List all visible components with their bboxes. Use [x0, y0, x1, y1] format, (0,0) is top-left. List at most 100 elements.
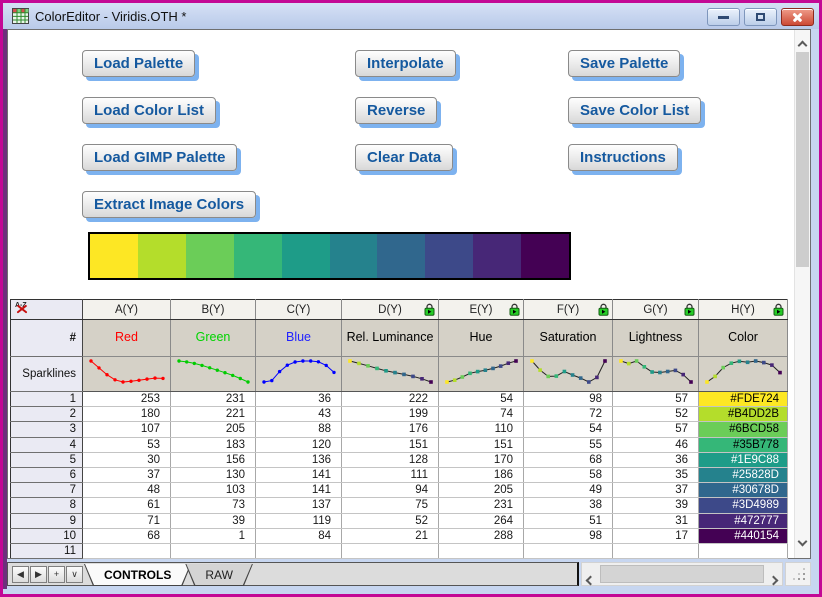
scroll-right-icon[interactable]: [770, 571, 777, 589]
long-name-blue[interactable]: Blue: [256, 320, 342, 357]
load-color-list-button[interactable]: Load Color List: [82, 97, 216, 124]
long-name-lightness[interactable]: Lightness: [613, 320, 699, 357]
cell-green-row2[interactable]: 221: [171, 407, 256, 422]
cell-lightness-row3[interactable]: 57: [613, 422, 699, 437]
cell-lightness-row5[interactable]: 36: [613, 452, 699, 467]
cell-hue-row8[interactable]: 231: [439, 498, 524, 513]
cell-blue-row2[interactable]: 43: [256, 407, 342, 422]
tab-controls[interactable]: CONTROLS: [84, 564, 191, 586]
cell-hue-row7[interactable]: 205: [439, 483, 524, 498]
cell-blue-row6[interactable]: 141: [256, 467, 342, 482]
column-header-a-y[interactable]: A(Y): [83, 300, 171, 320]
reverse-button[interactable]: Reverse: [355, 97, 437, 124]
row-header-10[interactable]: 10: [11, 528, 83, 543]
load-gimp-palette-button[interactable]: Load GIMP Palette: [82, 144, 237, 171]
row-header-5[interactable]: 5: [11, 452, 83, 467]
cell-hue-row5[interactable]: 170: [439, 452, 524, 467]
cell-color-row2[interactable]: #B4DD2B: [699, 407, 788, 422]
cell-saturation-row2[interactable]: 72: [524, 407, 613, 422]
cell-saturation-row11[interactable]: [524, 543, 613, 558]
cell-red-row5[interactable]: 30: [83, 452, 171, 467]
cell-hue-row2[interactable]: 74: [439, 407, 524, 422]
cell-rel_luminance-row6[interactable]: 111: [342, 467, 439, 482]
cell-rel_luminance-row11[interactable]: [342, 543, 439, 558]
horizontal-scrollbar[interactable]: [581, 562, 783, 586]
cell-blue-row10[interactable]: 84: [256, 528, 342, 543]
row-header-3[interactable]: 3: [11, 422, 83, 437]
column-header-h-y[interactable]: H(Y): [699, 300, 788, 320]
cell-lightness-row9[interactable]: 31: [613, 513, 699, 528]
scroll-down-icon[interactable]: [799, 532, 806, 550]
cell-hue-row1[interactable]: 54: [439, 392, 524, 407]
scroll-left-icon[interactable]: [587, 571, 594, 589]
cell-hue-row10[interactable]: 288: [439, 528, 524, 543]
row-header-8[interactable]: 8: [11, 498, 83, 513]
cell-hue-row4[interactable]: 151: [439, 437, 524, 452]
cell-color-row1[interactable]: #FDE724: [699, 392, 788, 407]
row-header-7[interactable]: 7: [11, 483, 83, 498]
cell-green-row6[interactable]: 130: [171, 467, 256, 482]
cell-rel_luminance-row4[interactable]: 151: [342, 437, 439, 452]
cell-hue-row9[interactable]: 264: [439, 513, 524, 528]
cell-red-row10[interactable]: 68: [83, 528, 171, 543]
save-palette-button[interactable]: Save Palette: [568, 50, 680, 77]
long-name-color[interactable]: Color: [699, 320, 788, 357]
column-header-c-y[interactable]: C(Y): [256, 300, 342, 320]
cell-red-row9[interactable]: 71: [83, 513, 171, 528]
cell-green-row7[interactable]: 103: [171, 483, 256, 498]
cell-green-row8[interactable]: 73: [171, 498, 256, 513]
long-name-hue[interactable]: Hue: [439, 320, 524, 357]
cell-color-row7[interactable]: #30678D: [699, 483, 788, 498]
cell-lightness-row10[interactable]: 17: [613, 528, 699, 543]
column-header-b-y[interactable]: B(Y): [171, 300, 256, 320]
instructions-button[interactable]: Instructions: [568, 144, 678, 171]
tab-nav-next-button[interactable]: ▶: [30, 566, 47, 583]
column-header-g-y[interactable]: G(Y): [613, 300, 699, 320]
cell-lightness-row7[interactable]: 37: [613, 483, 699, 498]
cell-color-row5[interactable]: #1E9C88: [699, 452, 788, 467]
cell-blue-row11[interactable]: [256, 543, 342, 558]
cell-blue-row1[interactable]: 36: [256, 392, 342, 407]
cell-color-row6[interactable]: #25828D: [699, 467, 788, 482]
cell-blue-row3[interactable]: 88: [256, 422, 342, 437]
minimize-button[interactable]: [707, 8, 740, 26]
cell-rel_luminance-row10[interactable]: 21: [342, 528, 439, 543]
cell-blue-row8[interactable]: 137: [256, 498, 342, 513]
long-name-saturation[interactable]: Saturation: [524, 320, 613, 357]
column-header-e-y[interactable]: E(Y): [439, 300, 524, 320]
tab-nav-list-button[interactable]: ∨: [66, 566, 83, 583]
close-button[interactable]: [781, 8, 814, 26]
row-header-1[interactable]: 1: [11, 392, 83, 407]
extract-image-colors-button[interactable]: Extract Image Colors: [82, 191, 256, 218]
cell-saturation-row6[interactable]: 58: [524, 467, 613, 482]
tab-raw[interactable]: RAW: [185, 564, 253, 586]
cell-lightness-row4[interactable]: 46: [613, 437, 699, 452]
cell-red-row11[interactable]: [83, 543, 171, 558]
horizontal-scrollbar-thumb[interactable]: [600, 565, 764, 583]
cell-hue-row3[interactable]: 110: [439, 422, 524, 437]
cell-red-row1[interactable]: 253: [83, 392, 171, 407]
cell-green-row5[interactable]: 156: [171, 452, 256, 467]
cell-red-row7[interactable]: 48: [83, 483, 171, 498]
cell-rel_luminance-row1[interactable]: 222: [342, 392, 439, 407]
cell-blue-row5[interactable]: 136: [256, 452, 342, 467]
resize-grip[interactable]: [785, 562, 811, 586]
cell-color-row10[interactable]: #440154: [699, 528, 788, 543]
cell-lightness-row1[interactable]: 57: [613, 392, 699, 407]
cell-saturation-row4[interactable]: 55: [524, 437, 613, 452]
tab-nav-add-button[interactable]: +: [48, 566, 65, 583]
sort-disabled-icon-cell[interactable]: A-Z: [11, 300, 83, 320]
cell-rel_luminance-row8[interactable]: 75: [342, 498, 439, 513]
cell-green-row11[interactable]: [171, 543, 256, 558]
cell-saturation-row3[interactable]: 54: [524, 422, 613, 437]
row-header-9[interactable]: 9: [11, 513, 83, 528]
load-palette-button[interactable]: Load Palette: [82, 50, 195, 77]
row-header-11[interactable]: 11: [11, 543, 83, 558]
cell-color-row11[interactable]: [699, 543, 788, 558]
cell-hue-row11[interactable]: [439, 543, 524, 558]
long-name-green[interactable]: Green: [171, 320, 256, 357]
cell-lightness-row8[interactable]: 39: [613, 498, 699, 513]
cell-rel_luminance-row7[interactable]: 94: [342, 483, 439, 498]
cell-saturation-row9[interactable]: 51: [524, 513, 613, 528]
long-name-red[interactable]: Red: [83, 320, 171, 357]
